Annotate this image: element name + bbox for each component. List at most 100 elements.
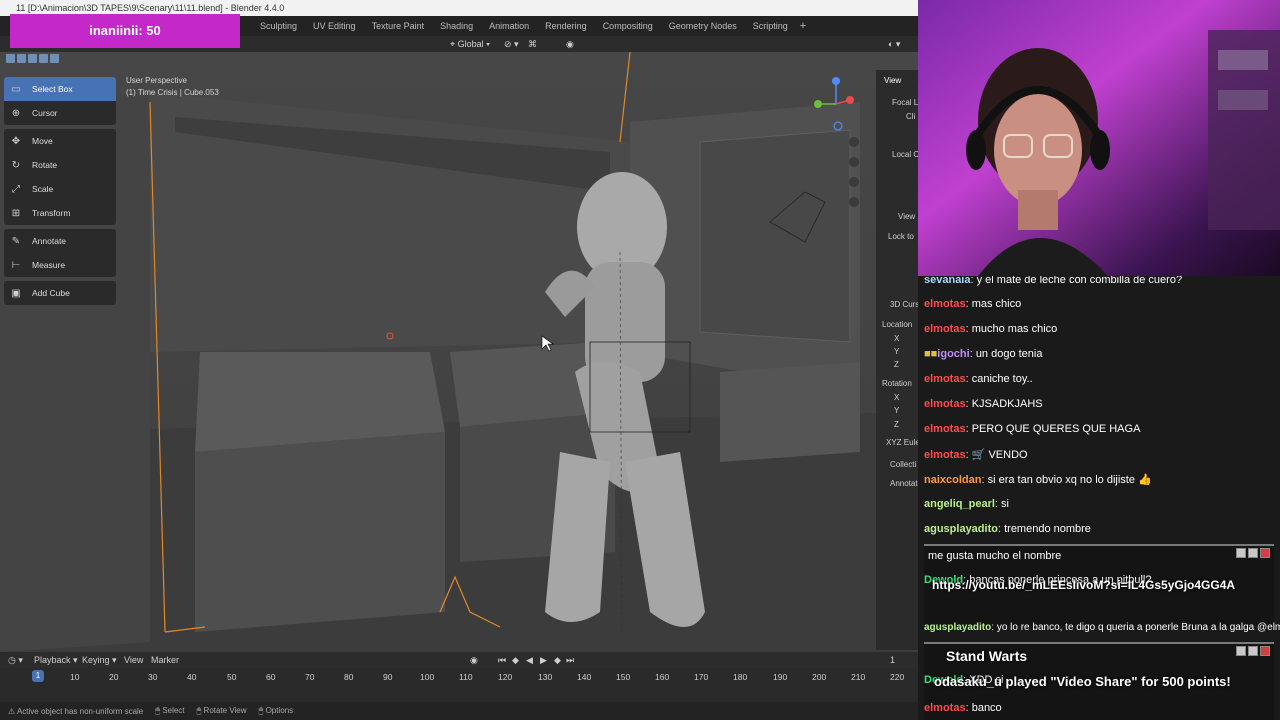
menu-marker[interactable]: Marker [151,654,179,666]
chat-username[interactable]: sevanaia [924,276,970,286]
webcam-image [918,0,1280,276]
alert-window: me gusta mucho el nombre Dewold: bancas … [924,544,1274,626]
panel-3d-cursor-header[interactable]: 3D Curs [890,300,918,309]
tab-scripting[interactable]: Scripting [745,16,796,36]
chat-message: angeliq_pearl: si [924,498,1009,510]
minimize-icon[interactable] [1236,548,1246,558]
frame-label: 130 [538,672,553,682]
panel-collections-header[interactable]: Collecti [890,460,916,469]
menu-keying[interactable]: Keying ▾ [82,654,117,666]
current-frame-marker[interactable]: 1 [32,670,44,682]
select-invert-icon[interactable] [39,54,48,63]
timeline[interactable]: 1 10 20 30 40 50 60 70 80 90 100 110 120… [0,668,918,702]
transform-orientation-dropdown[interactable]: ⌖ Global ▾ [450,38,490,50]
status-text: Rotate View [203,706,247,715]
emote-icon: 🛒 [971,449,989,461]
tool-rotate[interactable]: ↻ Rotate [4,153,116,177]
panel-view2-header[interactable]: View [898,212,915,221]
alert-link[interactable]: https://youtu.be/_mLEEsIivoM?si=IL4Gs5yG… [932,578,1235,592]
jump-start-icon[interactable]: ⏮ [498,654,506,666]
tool-transform[interactable]: ⊞ Transform [4,201,116,225]
counter-overlay: inaniinii: 50 [10,14,240,48]
select-intersect-icon[interactable] [50,54,59,63]
panel-annotations-header[interactable]: Annotat [890,479,918,488]
play-reverse-icon[interactable]: ◀ [526,654,533,666]
jump-end-icon[interactable]: ⏭ [566,654,574,666]
tab-compositing[interactable]: Compositing [595,16,661,36]
status-text: Active object has non-uniform scale [16,706,144,716]
editor-type-icon[interactable]: ◷ ▾ [8,654,23,666]
chat-username[interactable]: angeliq_pearl [924,498,995,510]
play-icon[interactable]: ▶ [540,654,547,666]
chat-username[interactable]: elmotas [924,702,966,714]
tool-label: Cursor [32,108,58,118]
maximize-icon[interactable] [1248,646,1258,656]
tab-geometry-nodes[interactable]: Geometry Nodes [661,16,745,36]
chat-username[interactable]: agusplayadito [924,622,991,633]
webcam-feed [918,0,1280,276]
maximize-icon[interactable] [1248,548,1258,558]
pivot-icon[interactable]: ⊘ ▾ [504,38,519,50]
chat-message: elmotas: KJSADKJAHS [924,398,1043,410]
snap-icon[interactable]: ⌘ [528,38,537,50]
add-workspace-button[interactable]: + [796,20,806,32]
select-extend-icon[interactable] [17,54,26,63]
tool-label: Annotate [32,236,67,246]
tab-animation[interactable]: Animation [481,16,537,36]
close-icon[interactable] [1260,548,1270,558]
tab-rendering[interactable]: Rendering [537,16,595,36]
zoom-icon [849,137,859,147]
chat-username[interactable]: elmotas [924,449,966,461]
prev-keyframe-icon[interactable]: ◆ [512,654,519,666]
chat-username[interactable]: elmotas [924,298,966,310]
chat-username[interactable]: naixcoldan [924,474,981,486]
minimize-icon[interactable] [1236,646,1246,656]
select-subtract-icon[interactable] [28,54,37,63]
chat-username[interactable]: elmotas [924,423,966,435]
next-keyframe-icon[interactable]: ◆ [554,654,561,666]
chat-text: PERO QUE QUERES QUE HAGA [971,423,1141,435]
tool-move[interactable]: ✥ Move [4,129,116,153]
chat-username[interactable]: elmotas [924,323,966,335]
chat-message: elmotas: mucho mas chico [924,323,1058,335]
navigation-gizmo[interactable] [808,72,868,212]
current-frame-field[interactable]: 1 [890,654,895,666]
chat-username[interactable]: agusplayadito [924,523,998,535]
status-bar: ⚠ Active object has non-uniform scale 🖱 … [0,702,918,720]
chat-username[interactable]: elmotas [924,373,966,385]
panel-view-header[interactable]: View [884,76,901,85]
tab-sculpting[interactable]: Sculpting [252,16,305,36]
menu-playback[interactable]: Playback ▾ [34,654,78,666]
record-icon[interactable]: ◉ [470,654,478,666]
tool-measure[interactable]: ⊢ Measure [4,253,116,277]
overlay-icon[interactable]: ◐ ▾ [888,38,900,50]
tab-shading[interactable]: Shading [432,16,481,36]
tool-label: Select Box [32,84,73,94]
chat-username[interactable]: elmotas [924,398,966,410]
tool-select-box[interactable]: ▭ Select Box [4,77,116,101]
menu-label: Keying [82,655,110,665]
pan-icon [849,157,859,167]
chat-text: KJSADKJAHS [971,398,1043,410]
select-mode-icons[interactable] [6,54,59,63]
tool-scale[interactable]: ⤢ Scale [4,177,116,201]
close-icon[interactable] [1260,646,1270,656]
3d-viewport[interactable]: User Perspective (1) Time Crisis | Cube.… [0,52,918,652]
chat-text: VENDO [988,449,1028,461]
rotation-mode-dropdown[interactable]: XYZ Eule [886,438,918,447]
chat-username[interactable]: igochi [937,348,969,360]
tool-annotate[interactable]: ✎ Annotate [4,229,116,253]
chat-text: caniche toy.. [971,373,1033,385]
tab-texture-paint[interactable]: Texture Paint [364,16,433,36]
tool-add-cube[interactable]: ▣ Add Cube [4,281,116,305]
tab-uv-editing[interactable]: UV Editing [305,16,364,36]
tool-cursor[interactable]: ⊕ Cursor [4,101,116,125]
tool-label: Rotate [32,160,58,170]
frame-label: 40 [187,672,197,682]
menu-view[interactable]: View [124,654,143,666]
tool-label: Move [32,136,53,146]
frame-label: 170 [694,672,709,682]
location-z-label: Z [894,360,899,369]
select-new-icon[interactable] [6,54,15,63]
proportional-edit-icon[interactable]: ◉ [566,38,574,50]
